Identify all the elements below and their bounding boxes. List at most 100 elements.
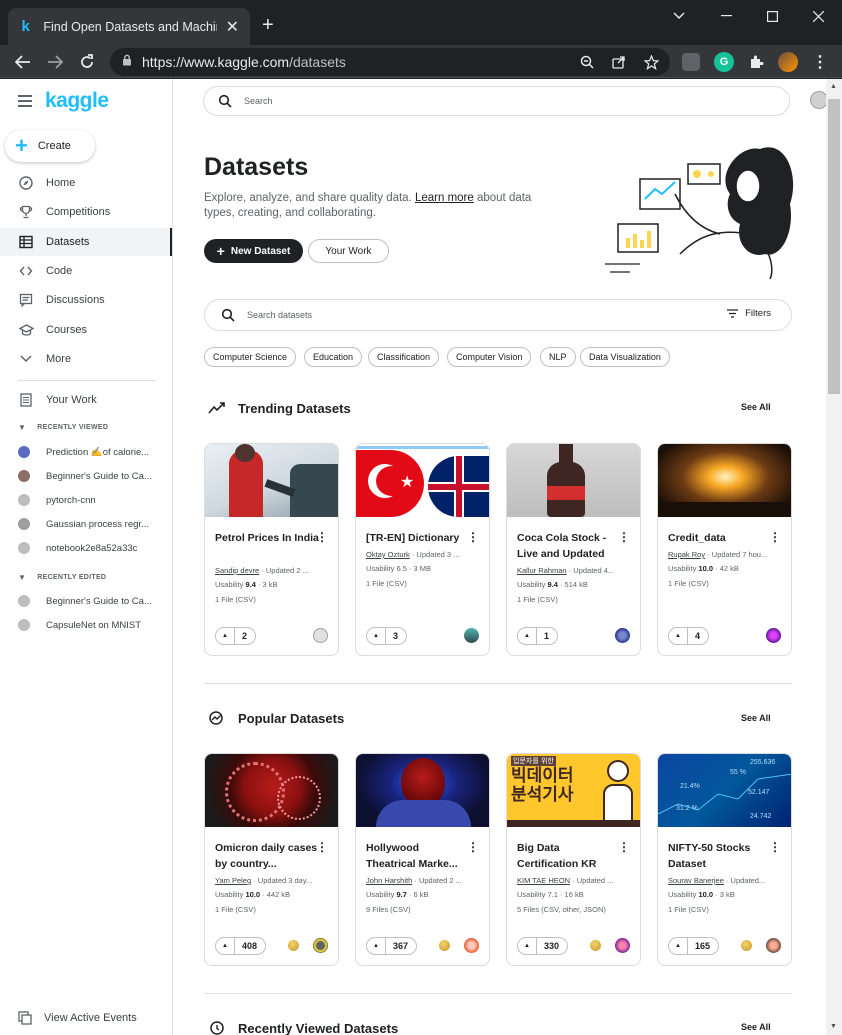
- avatar[interactable]: [464, 938, 479, 953]
- recent-item[interactable]: CapsuleNet on MNIST: [18, 619, 141, 631]
- reload-icon[interactable]: [76, 51, 98, 73]
- profile-avatar[interactable]: [778, 52, 798, 72]
- upvote-button[interactable]: ▲ 330: [517, 937, 568, 955]
- dataset-card[interactable]: Coca Cola Stock - Live and Updated ⋮ Kal…: [506, 443, 641, 656]
- filters-button[interactable]: Filters: [727, 308, 771, 319]
- popular-see-all[interactable]: See All: [741, 713, 771, 723]
- avatar[interactable]: [766, 628, 781, 643]
- learn-more-link[interactable]: Learn more: [415, 192, 474, 204]
- dataset-card[interactable]: ★ [TR-EN] Dictionary ⋮ Oktay Ozturk · Up…: [355, 443, 490, 656]
- dataset-title[interactable]: [TR-EN] Dictionary: [366, 530, 471, 546]
- avatar[interactable]: [464, 628, 479, 643]
- avatar[interactable]: [615, 938, 630, 953]
- recently-viewed-see-all[interactable]: See All: [741, 1022, 771, 1032]
- dataset-search-input[interactable]: Search datasets Filters: [204, 299, 792, 331]
- create-button[interactable]: + Create: [5, 130, 95, 162]
- recent-item[interactable]: Prediction ✍️of calorie...: [18, 446, 149, 458]
- chip-computer-vision[interactable]: Computer Vision: [447, 347, 532, 367]
- browser-tab[interactable]: k Find Open Datasets and Machine ✕: [8, 8, 250, 45]
- author-link[interactable]: Oktay Ozturk: [366, 550, 410, 559]
- author-link[interactable]: Yam Peleg: [215, 876, 251, 885]
- sidebar-item-home[interactable]: Home: [0, 169, 172, 197]
- address-bar[interactable]: https://www.kaggle.com/datasets: [110, 48, 670, 76]
- sidebar-item-datasets[interactable]: Datasets: [0, 228, 172, 256]
- sidebar-item-your-work[interactable]: Your Work: [0, 386, 172, 414]
- upvote-button[interactable]: ▲ 4: [668, 627, 709, 645]
- recently-edited-header[interactable]: ▼ RECENTLY EDITED: [18, 573, 106, 582]
- dataset-card[interactable]: Omicron daily cases by country... ⋮ Yam …: [204, 753, 339, 966]
- zoom-icon[interactable]: [578, 53, 596, 71]
- chip-nlp[interactable]: NLP: [540, 347, 576, 367]
- chip-computer-science[interactable]: Computer Science: [204, 347, 297, 367]
- chip-education[interactable]: Education: [304, 347, 363, 367]
- sidebar-item-courses[interactable]: Courses: [0, 316, 172, 344]
- more-options-icon[interactable]: ⋮: [467, 530, 479, 544]
- author-link[interactable]: Rupak Roy: [668, 550, 705, 559]
- dataset-title[interactable]: Hollywood Theatrical Marke...: [366, 840, 471, 872]
- more-options-icon[interactable]: ⋮: [618, 530, 630, 544]
- dataset-title[interactable]: Coca Cola Stock - Live and Updated: [517, 530, 622, 562]
- recent-item[interactable]: Beginner's Guide to Ca...: [18, 595, 152, 607]
- dataset-title[interactable]: Credit_data: [668, 530, 773, 546]
- tab-search-icon[interactable]: [656, 6, 702, 26]
- more-options-icon[interactable]: ⋮: [467, 840, 479, 854]
- more-options-icon[interactable]: ⋮: [769, 840, 781, 854]
- avatar[interactable]: [615, 628, 630, 643]
- more-options-icon[interactable]: ⋮: [316, 530, 328, 544]
- chip-classification[interactable]: Classification: [368, 347, 440, 367]
- sidebar-item-more[interactable]: More: [0, 345, 172, 373]
- dataset-title[interactable]: Omicron daily cases by country...: [215, 840, 320, 872]
- dataset-title[interactable]: NIFTY-50 Stocks Dataset: [668, 840, 773, 872]
- upvote-button[interactable]: ▲ 408: [215, 937, 266, 955]
- upvote-button[interactable]: ▲ 3: [366, 627, 407, 645]
- dataset-card[interactable]: Hollywood Theatrical Marke... ⋮ John Har…: [355, 753, 490, 966]
- forward-icon[interactable]: [44, 51, 66, 73]
- maximize-icon[interactable]: [749, 6, 795, 26]
- more-options-icon[interactable]: ⋮: [316, 840, 328, 854]
- close-tab-icon[interactable]: ✕: [225, 17, 240, 37]
- scrollbar-thumb[interactable]: [828, 99, 840, 394]
- author-link[interactable]: KIM TAE HEON: [517, 876, 570, 885]
- dataset-card[interactable]: 255.636 55 % 52.147 21.4% 31.2 % 24.742 …: [657, 753, 792, 966]
- author-link[interactable]: Kallur Rahman: [517, 566, 567, 575]
- grammarly-icon[interactable]: G: [714, 52, 734, 72]
- bookmark-star-icon[interactable]: [642, 53, 660, 71]
- avatar[interactable]: [313, 628, 328, 643]
- sidebar-item-code[interactable]: Code: [0, 257, 172, 285]
- upvote-button[interactable]: ▲ 1: [517, 627, 558, 645]
- author-link[interactable]: Sandip devre: [215, 566, 259, 575]
- more-options-icon[interactable]: ⋮: [769, 530, 781, 544]
- new-dataset-button[interactable]: + New Dataset: [204, 239, 303, 263]
- puzzle-extensions-icon[interactable]: [746, 52, 766, 72]
- avatar[interactable]: [766, 938, 781, 953]
- more-options-icon[interactable]: ⋮: [618, 840, 630, 854]
- author-link[interactable]: Sourav Banerjee: [668, 876, 724, 885]
- your-work-button[interactable]: Your Work: [308, 239, 389, 263]
- upvote-button[interactable]: ▲ 367: [366, 937, 417, 955]
- extension-icon[interactable]: [682, 53, 700, 71]
- dataset-title[interactable]: Big Data Certification KR: [517, 840, 622, 872]
- scroll-down-icon[interactable]: ▼: [830, 1023, 837, 1030]
- share-icon[interactable]: [610, 53, 628, 71]
- browser-menu-icon[interactable]: ⋮: [810, 52, 830, 72]
- dataset-card[interactable]: Credit_data ⋮ Rupak Roy · Updated 7 hou.…: [657, 443, 792, 656]
- dataset-title[interactable]: Petrol Prices In India: [215, 530, 320, 546]
- recent-item[interactable]: Gaussian process regr...: [18, 518, 149, 530]
- trending-see-all[interactable]: See All: [741, 402, 771, 412]
- sidebar-item-competitions[interactable]: Competitions: [0, 198, 172, 226]
- scroll-up-icon[interactable]: ▲: [830, 83, 837, 90]
- recent-item[interactable]: pytorch-cnn: [18, 494, 96, 506]
- back-icon[interactable]: [12, 51, 34, 73]
- author-link[interactable]: John Harshith: [366, 876, 412, 885]
- upvote-button[interactable]: ▲ 2: [215, 627, 256, 645]
- kaggle-logo[interactable]: kaggle: [45, 89, 109, 113]
- avatar[interactable]: [313, 938, 328, 953]
- view-active-events[interactable]: View Active Events: [18, 1011, 137, 1025]
- dataset-card[interactable]: 입문자를 위한 빅데이터 분석기사 Big Data Certification…: [506, 753, 641, 966]
- recent-item[interactable]: Beginner's Guide to Ca...: [18, 470, 152, 482]
- sidebar-item-discussions[interactable]: Discussions: [0, 286, 172, 314]
- new-tab-icon[interactable]: +: [262, 15, 274, 35]
- upvote-button[interactable]: ▲ 165: [668, 937, 719, 955]
- hamburger-menu-icon[interactable]: [18, 95, 32, 107]
- global-search-input[interactable]: Search: [203, 86, 790, 116]
